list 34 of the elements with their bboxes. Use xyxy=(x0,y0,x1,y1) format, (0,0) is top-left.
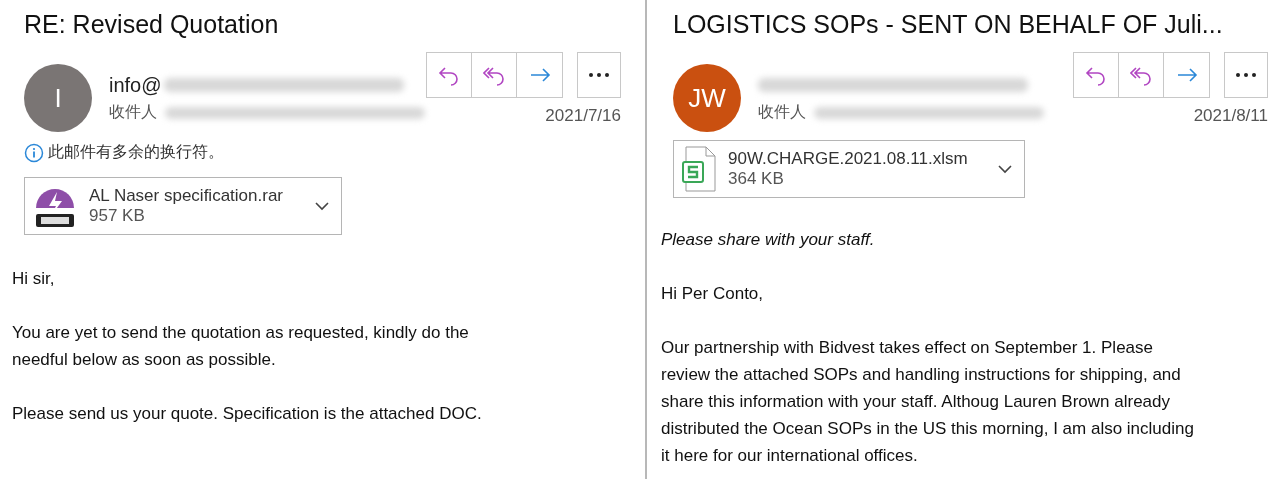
body-paragraph: Hi Per Conto, xyxy=(661,283,765,305)
more-button[interactable] xyxy=(1224,52,1268,98)
notice-text: 此邮件有多余的换行符。 xyxy=(48,142,224,162)
avatar: I xyxy=(24,64,92,132)
avatar: JW xyxy=(673,64,741,132)
body-paragraph: You are yet to send the quotation as requested, kindly do the needful below as soon as possible. xyxy=(12,322,470,371)
body-paragraph: Please send us your quote. Specification is the attached DOC. xyxy=(12,403,483,425)
sender-address: info@ xyxy=(109,73,162,97)
email-subject: RE: Revised Quotation xyxy=(23,10,280,40)
more-icon xyxy=(588,72,610,78)
email-subject: LOGISTICS SOPs - SENT ON BEHALF OF Juli... xyxy=(672,10,1224,40)
reply-icon xyxy=(1085,64,1107,86)
body-paragraph: Our partnership with Bidvest takes effect on September 1. Please review the attached SOPs and handling instructions for shipping, and share this information with your staff. Althoug Lauren Brown already distributed the Ocean SOPs in the US this morning, I am also including it here for our international offices. xyxy=(661,337,1195,467)
body-paragraph: Hi sir, xyxy=(12,268,56,290)
info-icon xyxy=(24,142,44,163)
email-date: 2021/8/11 xyxy=(1193,106,1268,126)
chevron-down-icon xyxy=(315,201,329,211)
attachment-card[interactable]: AL Naser specification.rar 957 KB xyxy=(24,177,342,235)
attachment-size: 957 KB xyxy=(89,206,146,226)
more-icon xyxy=(1235,72,1257,78)
reply-all-icon xyxy=(1130,64,1152,86)
email-date: 2021/7/16 xyxy=(545,106,621,126)
spreadsheet-file-icon xyxy=(682,146,716,192)
to-label: 收件人 xyxy=(758,102,806,122)
reply-all-icon xyxy=(483,64,505,86)
body-paragraph: Please share with your staff. xyxy=(661,229,876,251)
attachment-card[interactable]: 90W.CHARGE.2021.08.11.xlsm 364 KB xyxy=(673,140,1025,198)
to-label: 收件人 xyxy=(109,102,157,122)
attachment-name: 90W.CHARGE.2021.08.11.xlsm xyxy=(728,149,969,169)
more-button[interactable] xyxy=(577,52,621,98)
reply-icon xyxy=(438,64,460,86)
chevron-down-icon xyxy=(998,164,1012,174)
attachment-size: 364 KB xyxy=(728,169,785,189)
attachment-name: AL Naser specification.rar xyxy=(89,186,284,206)
